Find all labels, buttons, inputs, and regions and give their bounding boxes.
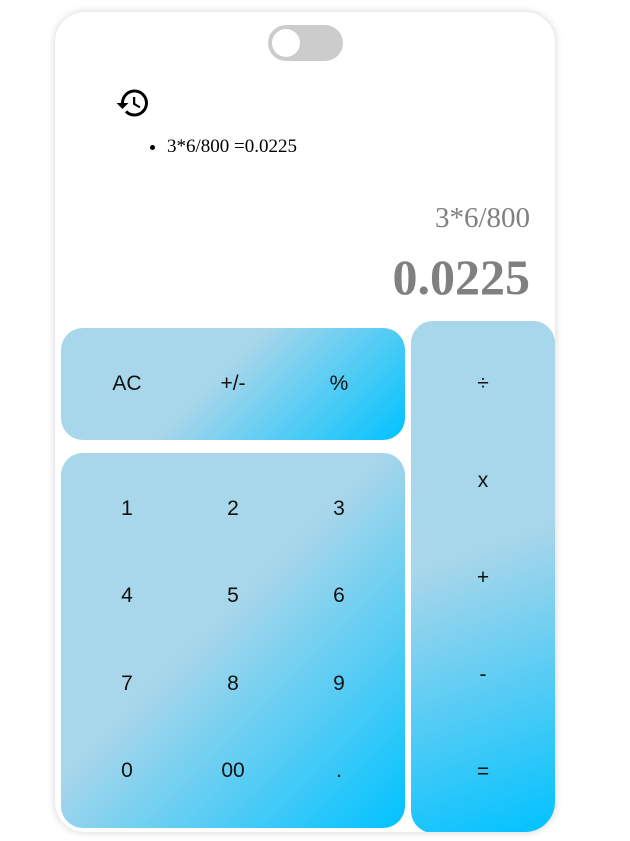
result-display: 0.0225 <box>392 249 531 305</box>
digit-0-button[interactable]: 0 <box>87 751 167 791</box>
divide-button[interactable]: ÷ <box>443 364 523 404</box>
digit-keypad: 1 2 3 4 5 6 7 8 9 0 00 . <box>61 453 405 828</box>
digit-5-button[interactable]: 5 <box>193 576 273 616</box>
negate-button[interactable]: +/- <box>193 364 273 404</box>
calculator: 3*6/800 =0.0225 3*6/800 0.0225 AC +/- % … <box>55 12 555 832</box>
add-button[interactable]: + <box>443 558 523 598</box>
digit-9-button[interactable]: 9 <box>299 664 379 704</box>
expression-display: 3*6/800 <box>434 202 530 234</box>
history-entry[interactable]: 3*6/800 =0.0225 <box>167 135 297 159</box>
toggle-knob <box>272 29 300 57</box>
multiply-button[interactable]: x <box>443 461 523 501</box>
decimal-button[interactable]: . <box>299 751 379 791</box>
clear-button[interactable]: AC <box>87 364 167 404</box>
digit-3-button[interactable]: 3 <box>299 489 379 529</box>
operator-keypad: ÷ x + - = <box>411 321 555 832</box>
subtract-button[interactable]: - <box>443 655 523 695</box>
equals-button[interactable]: = <box>443 752 523 792</box>
percent-button[interactable]: % <box>299 364 379 404</box>
double-zero-button[interactable]: 00 <box>193 751 273 791</box>
digit-2-button[interactable]: 2 <box>193 489 273 529</box>
digit-1-button[interactable]: 1 <box>87 489 167 529</box>
digit-4-button[interactable]: 4 <box>87 576 167 616</box>
history-icon[interactable] <box>115 85 151 121</box>
digit-6-button[interactable]: 6 <box>299 576 379 616</box>
digit-8-button[interactable]: 8 <box>193 664 273 704</box>
history-list: 3*6/800 =0.0225 <box>127 135 297 159</box>
digit-7-button[interactable]: 7 <box>87 664 167 704</box>
theme-toggle[interactable] <box>268 25 343 61</box>
function-keypad: AC +/- % <box>61 328 405 440</box>
